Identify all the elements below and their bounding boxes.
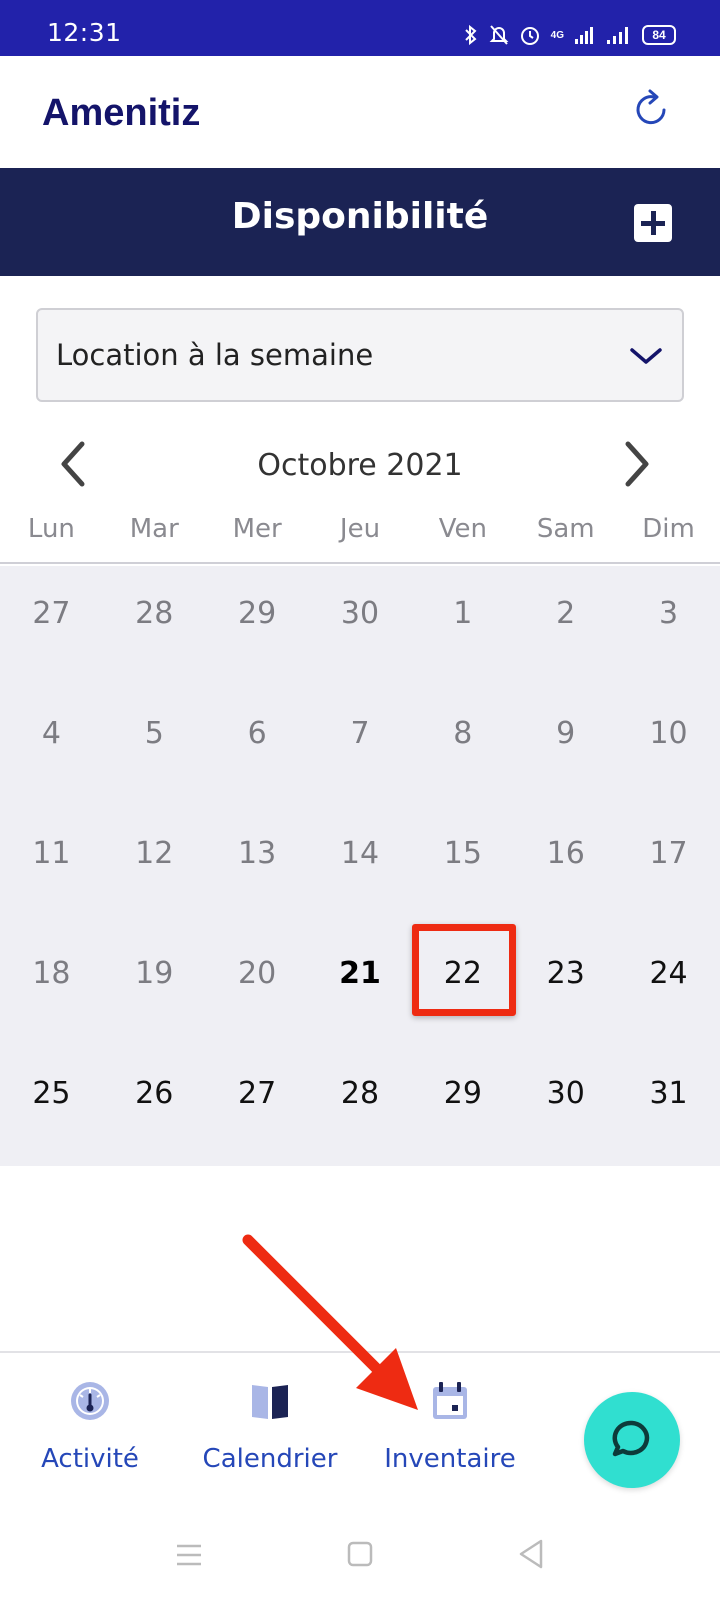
calendar-day[interactable]: 25 [0,1046,103,1166]
calendar-day[interactable]: 3 [617,566,720,686]
calendar-day-highlighted[interactable]: 22 [411,926,514,1046]
home-icon[interactable] [346,1540,374,1568]
calendar-day[interactable]: 14 [309,806,412,926]
calendar-day[interactable]: 9 [514,686,617,806]
system-navigation-bar [0,1522,720,1600]
calendar-grid: 27 28 29 30 1 2 3 4 5 6 7 8 9 10 11 12 1… [0,566,720,1166]
gauge-icon [71,1382,109,1420]
network-type: 4G [550,29,564,41]
nav-label-inventaire: Inventaire [384,1444,516,1474]
calendar-day[interactable]: 27 [0,566,103,686]
chat-bubble-icon [612,1420,650,1457]
weekday-label: Dim [642,514,695,544]
calendar-day[interactable]: 18 [0,926,103,1046]
signal-icon [575,27,593,44]
calendar-day[interactable]: 23 [514,926,617,1046]
next-month-icon[interactable] [616,438,656,490]
calendar-day[interactable]: 15 [411,806,514,926]
chat-button[interactable] [584,1392,680,1488]
calendar-day[interactable]: 28 [103,566,206,686]
bluetooth-icon [464,24,477,46]
calendar-day[interactable]: 17 [617,806,720,926]
nav-item-activite[interactable]: Activité [38,1379,142,1474]
calendar-day[interactable]: 20 [206,926,309,1046]
weekday-label: Sam [536,514,595,544]
nav-label-activite: Activité [41,1444,139,1474]
brand-logo: Amenitiz [42,92,201,134]
weekday-label: Jeu [339,514,381,544]
calendar-day-today[interactable]: 21 [309,926,412,1046]
calendar-day[interactable]: 5 [103,686,206,806]
chevron-down-icon [630,348,662,364]
calendar-day[interactable]: 11 [0,806,103,926]
weekday-label: Mar [129,514,179,544]
back-icon[interactable] [516,1538,546,1570]
calendar-day[interactable]: 29 [206,566,309,686]
calendar-day[interactable]: 16 [514,806,617,926]
calendar-day[interactable]: 10 [617,686,720,806]
calendar-day[interactable]: 19 [103,926,206,1046]
nav-label-calendrier: Calendrier [202,1444,338,1474]
calendar-day[interactable]: 26 [103,1046,206,1166]
nav-item-inventaire[interactable]: Inventaire [380,1379,520,1474]
calendar-day[interactable]: 27 [206,1046,309,1166]
calendar-day[interactable]: 12 [103,806,206,926]
calendar-day[interactable]: 4 [0,686,103,806]
calendar-day[interactable]: 7 [309,686,412,806]
calendar-day[interactable]: 1 [411,566,514,686]
alarm-icon [520,27,539,45]
room-type-select[interactable]: Location à la semaine [36,308,684,402]
calendar-day[interactable]: 30 [514,1046,617,1166]
nav-item-calendrier[interactable]: Calendrier [200,1379,340,1474]
page-title: Disponibilité [231,196,489,237]
calendar-icon [433,1382,467,1419]
battery-indicator: 84 [642,25,676,45]
status-time: 12:31 [47,18,122,47]
weekday-label: Ven [438,514,487,544]
room-type-value: Location à la semaine [56,338,374,372]
calendar-day[interactable]: 2 [514,566,617,686]
calendar-day[interactable]: 13 [206,806,309,926]
battery-level: 84 [652,28,666,42]
refresh-icon[interactable] [632,88,672,132]
calendar-day[interactable]: 6 [206,686,309,806]
bell-off-icon [489,25,509,45]
weekday-header: Lun Mar Mer Jeu Ven Sam Dim [0,508,720,564]
book-icon [252,1385,288,1419]
title-bar: Disponibilité [0,168,720,276]
calendar-day[interactable]: 29 [411,1046,514,1166]
weekday-label: Mer [232,514,282,544]
calendar-day[interactable]: 8 [411,686,514,806]
status-icons: 4G 84 [463,22,676,48]
add-button[interactable] [634,204,672,242]
calendar-day[interactable]: 30 [309,566,412,686]
calendar-day[interactable]: 28 [309,1046,412,1166]
app-header: Amenitiz [0,56,720,168]
calendar-day[interactable]: 31 [617,1046,720,1166]
status-bar: 12:31 4G 84 [0,0,720,56]
calendar-day[interactable]: 24 [617,926,720,1046]
month-navigation: Octobre 2021 [0,434,720,496]
menu-icon[interactable] [174,1542,204,1568]
weekday-label: Lun [27,514,75,544]
month-label: Octobre 2021 [257,448,463,483]
signal-icon-2 [607,27,628,44]
